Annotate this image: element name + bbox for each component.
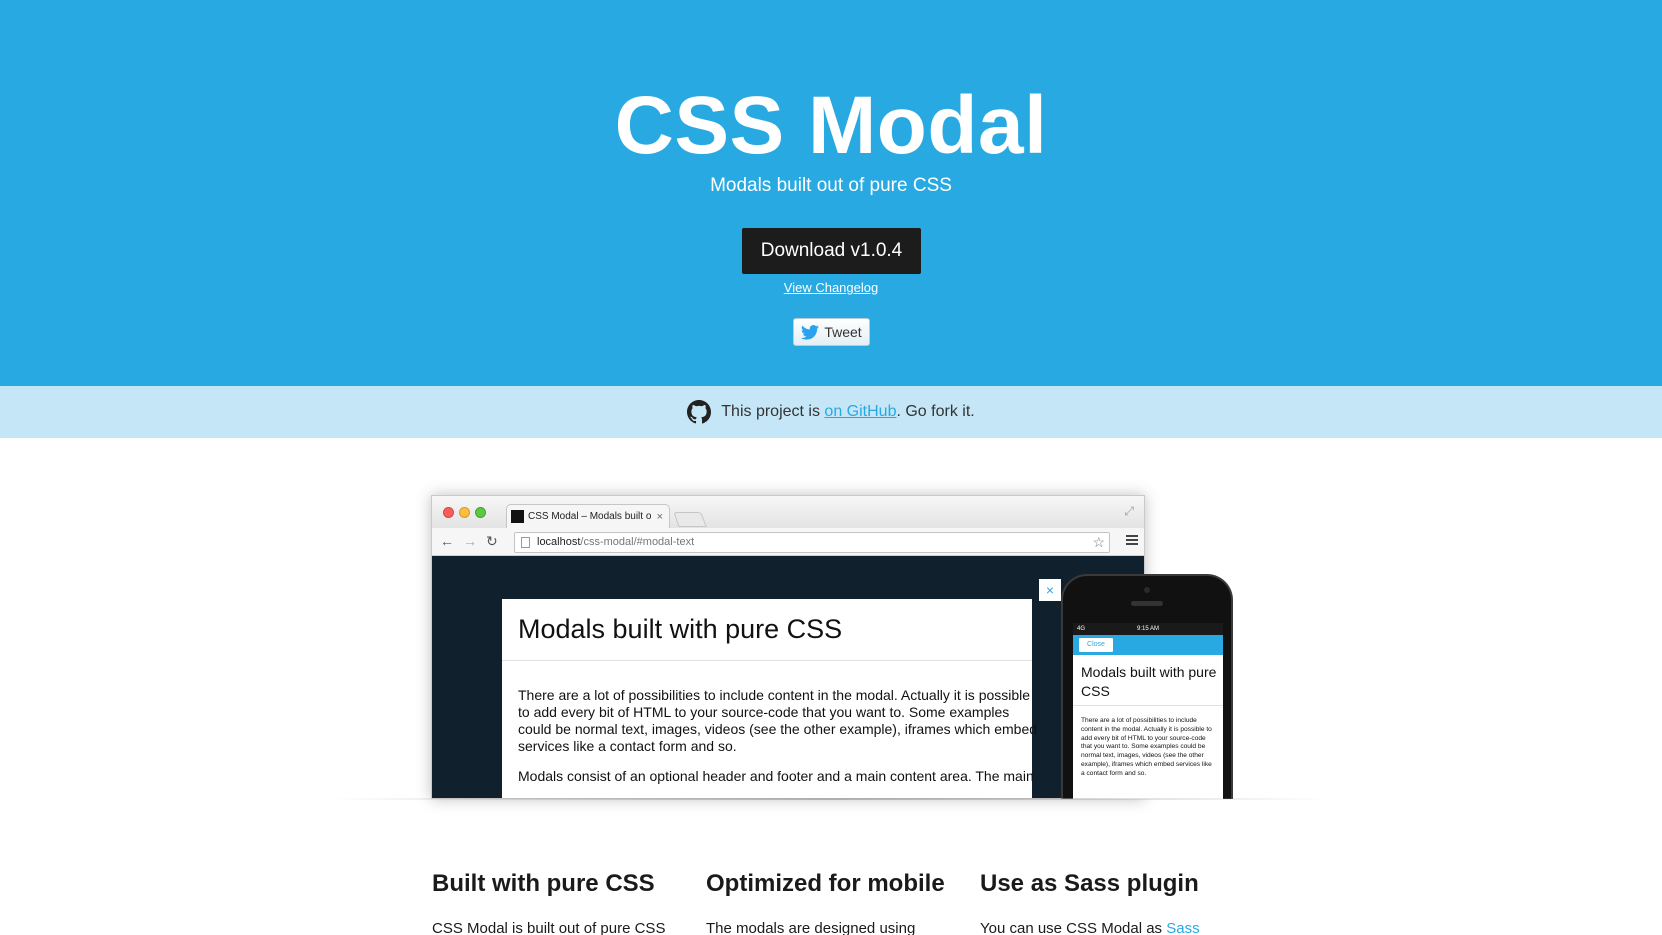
hamburger-menu-icon: [1126, 535, 1138, 545]
phone-speaker: [1131, 601, 1163, 606]
phone-camera: [1144, 587, 1150, 593]
view-changelog-link[interactable]: View Changelog: [784, 280, 878, 295]
bookmark-star-icon: ☆: [1092, 534, 1105, 550]
github-suffix: . Go fork it.: [896, 403, 975, 420]
download-button[interactable]: Download v1.0.4: [742, 228, 921, 274]
forward-arrow-icon: →: [463, 533, 477, 549]
browser-tab: CSS Modal – Modals built o ×: [506, 504, 670, 528]
twitter-bird-icon: [801, 324, 820, 340]
feature-title-mobile: Optimized for mobile: [706, 870, 945, 897]
feature-text-sass-body: You can use CSS Modal as: [980, 920, 1163, 935]
floor-shadow: [330, 798, 1330, 800]
github-bar: This project is on GitHub. Go fork it.: [0, 386, 1662, 438]
tweet-button[interactable]: Tweet: [793, 318, 870, 346]
phone-close-button: Close: [1079, 638, 1113, 652]
modal-paragraph-2: Modals consist of an optional header and…: [518, 768, 1034, 784]
browser-tab-title: CSS Modal – Modals built o: [528, 511, 652, 522]
phone-carrier: 4G: [1077, 626, 1086, 632]
feature-text-sass: You can use CSS Modal as Sass: [980, 920, 1200, 935]
phone-modal-divider: [1073, 705, 1223, 706]
tweet-label: Tweet: [824, 324, 862, 340]
feature-text-mobile: The modals are designed using: [706, 920, 916, 935]
sass-link[interactable]: Sass: [1166, 920, 1199, 935]
feature-text-pure-css: CSS Modal is built out of pure CSS: [432, 920, 666, 935]
page-subtitle: Modals built out of pure CSS: [710, 175, 952, 196]
page-title: CSS Modal: [614, 80, 1048, 171]
github-link[interactable]: on GitHub: [824, 403, 896, 420]
address-bar: localhost/css-modal/#modal-text ☆: [514, 532, 1110, 553]
browser-window-illustration: CSS Modal – Modals built o × ⤢ ← → ↻ loc…: [431, 495, 1145, 799]
reload-icon: ↻: [486, 533, 498, 549]
browser-tabstrip: CSS Modal – Modals built o × ⤢: [432, 496, 1144, 528]
close-window-dot-icon: [443, 507, 454, 518]
browser-viewport: Modals built with pure CSS There are a l…: [432, 556, 1144, 798]
phone-status-bar: 4G 9:15 AM: [1073, 623, 1223, 635]
phone-screen: 4G 9:15 AM Close Modals built with pure …: [1073, 623, 1223, 799]
product-screenshot: CSS Modal – Modals built o × ⤢ ← → ↻ loc…: [0, 438, 1662, 808]
feature-title-pure-css: Built with pure CSS: [432, 870, 655, 897]
github-bar-text: This project is on GitHub. Go fork it.: [721, 403, 974, 421]
url-host: localhost: [537, 536, 581, 548]
url-path: /css-modal/#modal-text: [580, 536, 695, 548]
phone-modal-text: There are a lot of possibilities to incl…: [1081, 717, 1212, 777]
feature-title-sass: Use as Sass plugin: [980, 870, 1199, 897]
phone-modal-header-bar: Close: [1073, 635, 1223, 655]
fullscreen-icon: ⤢: [1124, 504, 1134, 518]
zoom-window-dot-icon: [475, 507, 486, 518]
phone-illustration: 4G 9:15 AM Close Modals built with pure …: [1061, 574, 1233, 799]
modal-close-icon: ×: [1039, 579, 1061, 601]
new-tab-icon: [673, 512, 707, 527]
github-prefix: This project is: [721, 403, 820, 420]
page-icon: [521, 537, 530, 548]
github-octocat-icon: [687, 400, 712, 424]
example-modal: Modals built with pure CSS There are a l…: [502, 599, 1037, 798]
changelog-link-row: View Changelog: [0, 280, 1662, 295]
modal-divider: [502, 660, 1032, 661]
back-arrow-icon: ←: [440, 533, 454, 549]
modal-title: Modals built with pure CSS: [518, 614, 843, 644]
tab-close-icon: ×: [656, 510, 663, 523]
hero-banner: CSS Modal Modals built out of pure CSS D…: [0, 0, 1662, 386]
browser-toolbar: ← → ↻ localhost/css-modal/#modal-text ☆: [432, 528, 1144, 556]
favicon-icon: [511, 510, 524, 523]
minimize-window-dot-icon: [459, 507, 470, 518]
phone-time: 9:15 AM: [1136, 626, 1159, 632]
phone-modal-title: Modals built with pure CSS: [1081, 664, 1217, 699]
modal-paragraph-1: There are a lot of possibilities to incl…: [518, 687, 1038, 754]
